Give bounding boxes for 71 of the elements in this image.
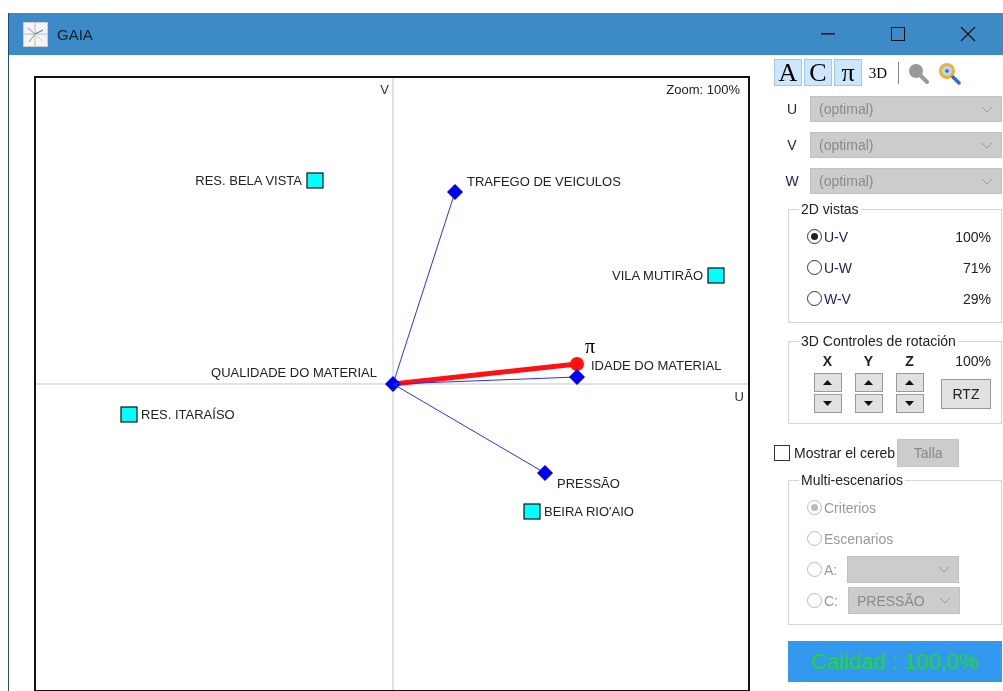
reset-button[interactable]: RTZ (941, 379, 991, 409)
view-label: U-W (824, 259, 853, 276)
quality-indicator: Calidad : 100,0% (788, 641, 1002, 682)
view-toggle[interactable]: C (804, 59, 832, 86)
rotation-axis-label: Y (862, 353, 875, 369)
minimize-icon (821, 33, 835, 35)
checkbox[interactable] (774, 445, 790, 461)
view-label: W-V (824, 290, 852, 307)
maximize-icon (891, 27, 905, 41)
criterion-label: QUALIDADE DO MATERIAL (211, 365, 377, 380)
rotation-axis-label: Z (904, 353, 915, 369)
scenario-label: Criterios (824, 499, 878, 516)
view-percent: 29% (962, 290, 991, 307)
decision-axis-label: π (585, 335, 596, 357)
alternative-marker (523, 503, 541, 520)
alternative-label: VILA MUTIRÃO (611, 268, 703, 283)
view-toggle[interactable]: π (834, 59, 862, 86)
group-title: 3D Controles de rotación (800, 333, 957, 349)
chevron-icon (981, 177, 993, 185)
chevron-icon (938, 566, 951, 573)
alternative-label: RES. ITARAÍSO (141, 407, 235, 422)
view-percent: 71% (962, 259, 991, 276)
rotation-zoom: 100% (954, 353, 991, 369)
chevron-icon (939, 597, 951, 604)
search-icon[interactable] (907, 61, 929, 84)
axis-selector-label: V (786, 137, 798, 153)
caret-up-icon (905, 380, 914, 385)
rotate-down-button[interactable] (813, 394, 842, 413)
caret-up-icon (864, 380, 873, 385)
caret-down-icon (823, 401, 832, 406)
alternative-label: BEIRA RIO'AIO (544, 504, 634, 519)
axis-selector-label: U (785, 101, 799, 117)
close-icon (960, 26, 976, 42)
chevron-icon (981, 105, 993, 113)
rotate-up-button[interactable] (813, 373, 842, 392)
rotation-axis-label: X (821, 353, 834, 369)
caret-down-icon (864, 401, 873, 406)
axis-label: U (734, 389, 744, 404)
alternative-marker (707, 267, 725, 284)
chevron-icon (981, 141, 993, 149)
view-label: U-V (824, 228, 850, 245)
group-title: 2D vistas (800, 201, 860, 217)
axis-label: V (380, 82, 389, 97)
axis-selector-label: W (784, 173, 800, 189)
scenario-label: A: (824, 561, 838, 578)
checkbox-label: Mostrar el cereb (794, 445, 896, 461)
scenario-label: Escenarios (824, 530, 895, 547)
criterion-label: IDADE DO MATERIAL (591, 358, 722, 373)
radio-button[interactable] (807, 260, 822, 275)
window-title: GAIA (57, 25, 94, 43)
caret-down-icon (905, 401, 914, 406)
rotate-up-button[interactable] (854, 373, 883, 392)
group-title: Multi-escenarios (800, 472, 904, 488)
caret-up-icon (823, 380, 832, 385)
view-toggle[interactable]: 3D (864, 59, 892, 86)
zoom-label: Zoom: 100% (666, 82, 740, 97)
app-icon (23, 21, 48, 47)
alternative-marker (306, 172, 324, 189)
view-toggle[interactable]: A (774, 59, 802, 86)
rotate-down-button[interactable] (854, 394, 883, 413)
alternative-marker (120, 406, 138, 423)
zoom-icon[interactable] (937, 60, 961, 85)
radio-button[interactable] (807, 229, 822, 244)
radio-button[interactable] (807, 291, 822, 306)
view-percent: 100% (955, 228, 991, 245)
rotate-up-button[interactable] (895, 373, 924, 392)
alternative-label: RES. BELA VISTA (195, 173, 302, 188)
criterion-label: PRESSÃO (557, 476, 620, 491)
scenario-label: C: (824, 592, 838, 609)
rotate-down-button[interactable] (895, 394, 924, 413)
criterion-label: TRAFEGO DE VEICULOS (467, 174, 621, 189)
